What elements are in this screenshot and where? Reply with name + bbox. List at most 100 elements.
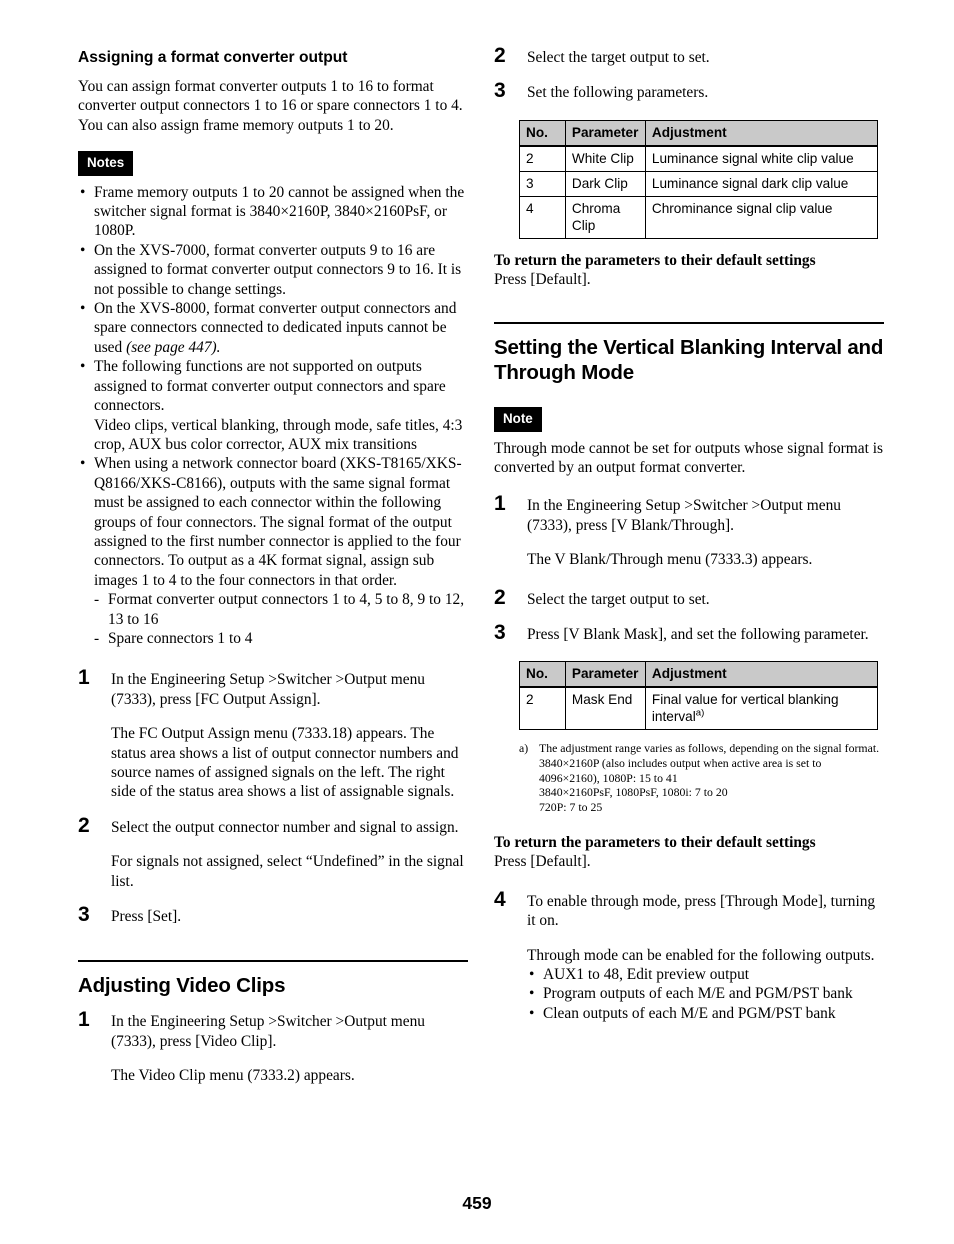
footnote-line: 3840×2160PsF, 1080PsF, 1080i: 7 to 20: [539, 785, 728, 800]
cell-adjustment: Chrominance signal clip value: [644, 195, 879, 239]
output-list-item: Clean outputs of each M/E and PGM/PST ba…: [527, 1004, 884, 1024]
step-text: In the Engineering Setup >Switcher >Outp…: [527, 497, 841, 534]
footnote-mark: a): [519, 741, 529, 756]
step-number: 3: [78, 903, 90, 927]
step-2-target-output: 2 Select the target output to set.: [494, 44, 884, 67]
video-clip-parameter-table: No. Parameter Adjustment 2 White Clip Lu…: [519, 119, 879, 239]
default-settings-heading: To return the parameters to their defaul…: [494, 834, 816, 852]
cell-no: 3: [519, 170, 566, 197]
cell-no: 2: [519, 145, 566, 172]
step-number: 2: [494, 44, 506, 67]
step-detail: The FC Output Assign menu (7333.18) appe…: [111, 725, 459, 801]
vblank-step-4: 4 To enable through mode, press [Through…: [494, 887, 884, 1024]
column-header-parameter: Parameter: [564, 119, 646, 147]
column-header-adjustment: Adjustment: [644, 661, 879, 689]
output-list-item: AUX1 to 48, Edit preview output: [527, 965, 884, 985]
table-row: 4 Chroma Clip Chrominance signal clip va…: [519, 195, 879, 239]
footnote-line: 3840×2160P (also includes output when ac…: [539, 756, 822, 785]
note-item: On the XVS-8000, format converter output…: [78, 299, 468, 357]
step-detail: For signals not assigned, select “Undefi…: [111, 853, 464, 890]
default-settings-heading: To return the parameters to their defaul…: [494, 251, 816, 269]
step-detail: The V Blank/Through menu (7333.3) appear…: [527, 551, 813, 569]
mask-parameter-table: No. Parameter Adjustment 2 Mask End Fina…: [519, 661, 879, 731]
footnote-marker: a): [695, 707, 705, 719]
cell-parameter: White Clip: [564, 145, 646, 172]
step-detail: Through mode can be enabled for the foll…: [527, 946, 875, 964]
step-3-set-parameters: 3 Set the following parameters.: [494, 79, 884, 103]
step-text: Select the output connector number and s…: [111, 818, 459, 836]
column-header-no: No.: [519, 661, 566, 689]
cell-adjustment: Final value for vertical blanking interv…: [644, 686, 879, 731]
footnote-line: 720P: 7 to 25: [539, 799, 603, 814]
step-text: Set the following parameters.: [527, 84, 709, 102]
section-title-vertical-blanking: Setting the Vertical Blanking Interval a…: [494, 322, 884, 385]
step-text: Select the target output to set.: [527, 590, 710, 608]
notes-list: Frame memory outputs 1 to 20 cannot be a…: [78, 183, 468, 591]
step-text: Press [Set].: [111, 908, 182, 926]
step-3: 3 Press [Set].: [78, 903, 468, 927]
cell-parameter: Dark Clip: [564, 170, 646, 197]
note-item: Frame memory outputs 1 to 20 cannot be a…: [78, 183, 468, 241]
cell-adjustment: Luminance signal dark clip value: [644, 170, 879, 197]
table-header-row: No. Parameter Adjustment: [519, 661, 879, 689]
step-number: 4: [494, 887, 506, 911]
through-mode-outputs-list: AUX1 to 48, Edit preview output Program …: [527, 965, 884, 1024]
note-cross-reference: (see page 447).: [126, 338, 221, 356]
default-settings-text: Press [Default].: [494, 270, 591, 288]
cell-no: 4: [519, 195, 566, 239]
table-row: 2 White Clip Luminance signal white clip…: [519, 145, 879, 172]
step-number: 3: [494, 79, 506, 103]
cell-adjustment-text: Final value for vertical blanking interv…: [651, 692, 839, 725]
vblank-step-3: 3 Press [V Blank Mask], and set the foll…: [494, 621, 884, 645]
step-detail: The Video Clip menu (7333.2) appears.: [111, 1067, 355, 1085]
cell-adjustment: Luminance signal white clip value: [644, 145, 879, 172]
left-column: Assigning a format converter output You …: [78, 48, 468, 1086]
table-header-row: No. Parameter Adjustment: [519, 119, 879, 147]
step-text: In the Engineering Setup >Switcher >Outp…: [111, 1013, 425, 1050]
step-text: Select the target output to set.: [527, 49, 710, 66]
table-row: 2 Mask End Final value for vertical blan…: [519, 686, 879, 731]
step-number: 2: [494, 585, 506, 609]
note-item: On the XVS-7000, format converter output…: [78, 241, 468, 299]
cell-no: 2: [519, 686, 566, 731]
connector-sub-list: Format converter output connectors 1 to …: [78, 590, 468, 649]
document-page: Assigning a format converter output You …: [0, 0, 954, 1244]
page-title: Assigning a format converter output: [78, 49, 348, 66]
column-header-parameter: Parameter: [564, 661, 646, 689]
note-item-network-board: When using a network connector board (XK…: [78, 454, 468, 590]
note-text: Through mode cannot be set for outputs w…: [494, 439, 883, 477]
vblank-step-1: 1 In the Engineering Setup >Switcher >Ou…: [494, 492, 884, 569]
cell-parameter: Mask End: [564, 686, 646, 731]
step-number: 2: [78, 813, 90, 837]
step-number: 1: [78, 666, 90, 690]
column-header-no: No.: [519, 119, 566, 147]
step-text: Press [V Blank Mask], and set the follow…: [527, 626, 869, 644]
output-list-item: Program outputs of each M/E and PGM/PST …: [527, 984, 884, 1004]
sub-list-item: Format converter output connectors 1 to …: [92, 590, 468, 629]
footnote: a) The adjustment range varies as follow…: [519, 741, 884, 814]
note-badge: Note: [494, 407, 542, 432]
video-clips-step-1: 1 In the Engineering Setup >Switcher >Ou…: [78, 1008, 468, 1085]
step-text: To enable through mode, press [Through M…: [527, 892, 876, 930]
note-item: The following functions are not supporte…: [78, 357, 468, 415]
step-2: 2 Select the output connector number and…: [78, 813, 468, 891]
column-header-adjustment: Adjustment: [644, 119, 879, 147]
step-number: 1: [78, 1008, 90, 1032]
notes-badge: Notes: [78, 151, 134, 176]
cell-parameter: Chroma Clip: [564, 195, 646, 239]
step-1: 1 In the Engineering Setup >Switcher >Ou…: [78, 666, 468, 801]
intro-paragraph-2: You can also assign frame memory outputs…: [78, 116, 394, 134]
intro-paragraph-1: You can assign format converter outputs …: [78, 78, 463, 115]
footnote-line: The adjustment range varies as follows, …: [539, 741, 880, 756]
page-number: 459: [462, 1193, 492, 1213]
step-number: 1: [494, 492, 506, 516]
table-row: 3 Dark Clip Luminance signal dark clip v…: [519, 170, 879, 197]
note-functions-list: Video clips, vertical blanking, through …: [94, 416, 463, 453]
sub-list-item: Spare connectors 1 to 4: [92, 629, 468, 649]
step-number: 3: [494, 621, 506, 645]
section-title-adjusting-video-clips: Adjusting Video Clips: [78, 960, 468, 998]
default-settings-text: Press [Default].: [494, 853, 591, 871]
step-text: In the Engineering Setup >Switcher >Outp…: [111, 671, 425, 708]
vblank-step-2: 2 Select the target output to set.: [494, 585, 884, 609]
right-column: 2 Select the target output to set. 3 Set…: [494, 44, 884, 1024]
